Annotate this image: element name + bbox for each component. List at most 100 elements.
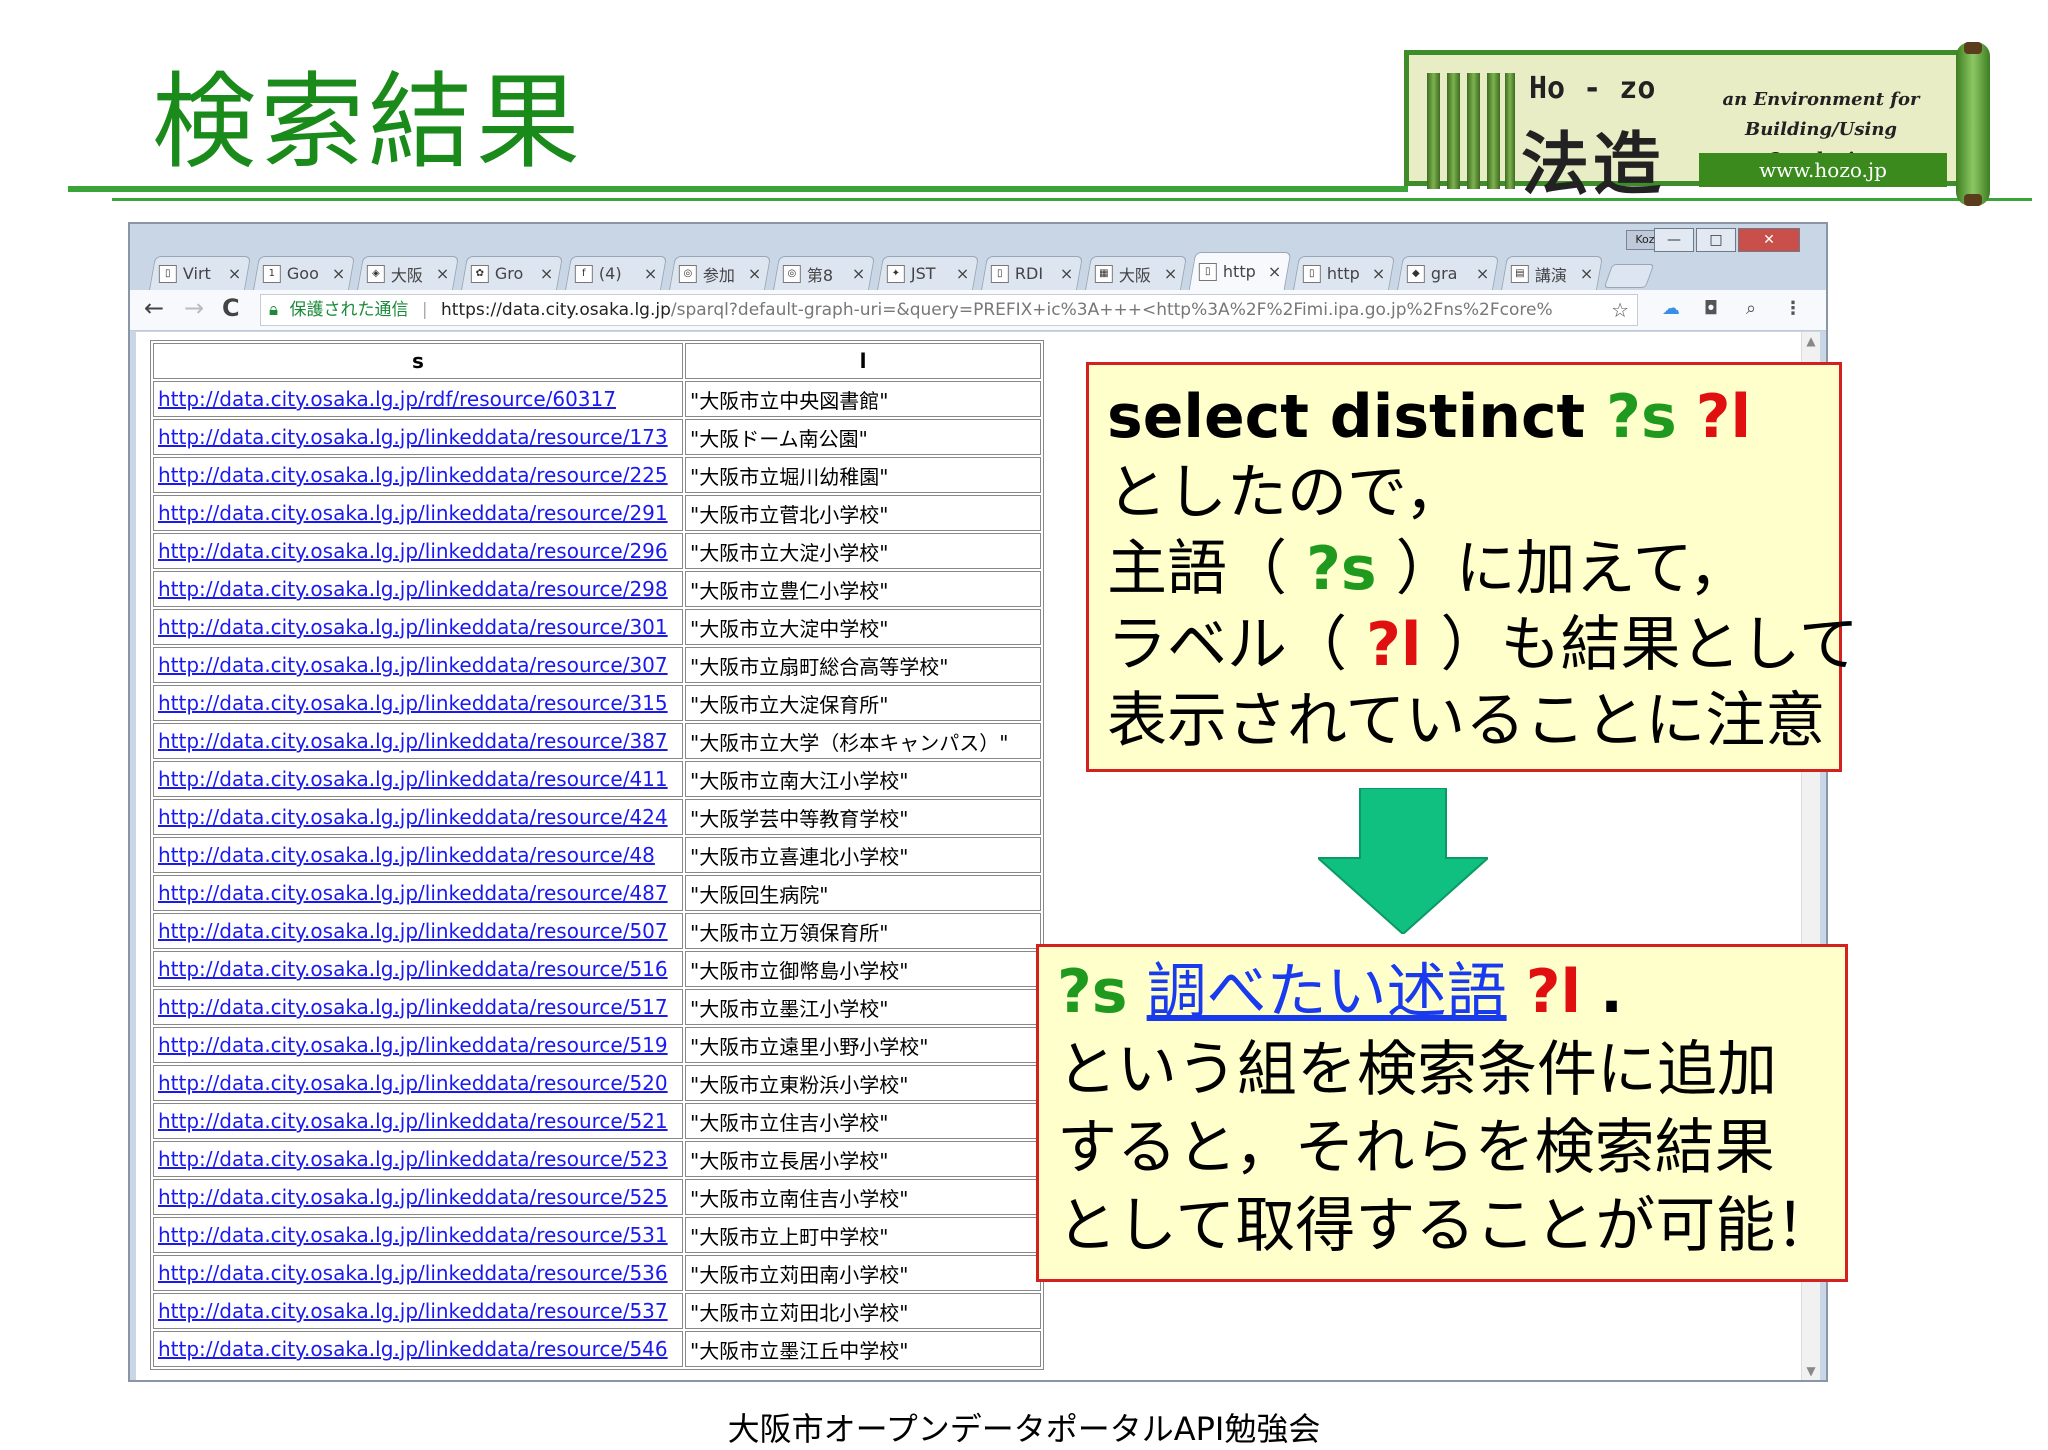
callout-select-distinct: select distinct ?s ?l としたので， 主語（ ?s ）に加え… (1086, 362, 1859, 772)
close-tab-icon[interactable]: × (1268, 262, 1281, 281)
browser-tab[interactable]: ▦ 大阪 × (1085, 256, 1187, 290)
subject-link[interactable]: http://data.city.osaka.lg.jp/linkeddata/… (158, 691, 668, 715)
subject-link[interactable]: http://data.city.osaka.lg.jp/linkeddata/… (158, 1185, 668, 1209)
maximize-button[interactable]: □ (1696, 228, 1736, 252)
subject-link[interactable]: http://data.city.osaka.lg.jp/rdf/resourc… (158, 387, 616, 411)
subject-link[interactable]: http://data.city.osaka.lg.jp/linkeddata/… (158, 425, 668, 449)
subject-link[interactable]: http://data.city.osaka.lg.jp/linkeddata/… (158, 1223, 668, 1247)
browser-tab[interactable]: ▯ http × (1188, 252, 1292, 290)
subject-link[interactable]: http://data.city.osaka.lg.jp/linkeddata/… (158, 1033, 668, 1057)
close-tab-icon[interactable]: × (644, 264, 657, 283)
tab-label: http (1222, 262, 1256, 281)
slides-icon: ▤ (1510, 264, 1529, 283)
tab-label: (4) (598, 264, 622, 283)
subject-link[interactable]: http://data.city.osaka.lg.jp/linkeddata/… (158, 1261, 668, 1285)
table-row: http://data.city.osaka.lg.jp/linkeddata/… (153, 1255, 1041, 1291)
subject-cell: http://data.city.osaka.lg.jp/linkeddata/… (153, 1255, 683, 1291)
search-extension-icon[interactable]: ⌕ (1740, 298, 1762, 320)
scroll-up-icon[interactable]: ▲ (1802, 334, 1820, 348)
label-cell: "大阪市立苅田北小学校" (685, 1293, 1041, 1329)
subject-link[interactable]: http://data.city.osaka.lg.jp/linkeddata/… (158, 805, 668, 829)
subject-link[interactable]: http://data.city.osaka.lg.jp/linkeddata/… (158, 843, 655, 867)
subject-link[interactable]: http://data.city.osaka.lg.jp/linkeddata/… (158, 957, 668, 981)
subject-link[interactable]: http://data.city.osaka.lg.jp/linkeddata/… (158, 539, 668, 563)
close-tab-icon[interactable]: × (1164, 264, 1177, 283)
close-tab-icon[interactable]: × (332, 264, 345, 283)
spreadsheet-icon: ▦ (1094, 264, 1113, 283)
tab-label: 大阪 (390, 265, 423, 285)
minimize-button[interactable]: — (1654, 228, 1694, 252)
subject-link[interactable]: http://data.city.osaka.lg.jp/linkeddata/… (158, 1299, 668, 1323)
close-window-button[interactable]: ✕ (1738, 228, 1800, 252)
results-table: s l http://data.city.osaka.lg.jp/rdf/res… (150, 340, 1044, 1370)
table-row: http://data.city.osaka.lg.jp/linkeddata/… (153, 875, 1041, 911)
slide-title: 検索結果 (152, 61, 585, 183)
label-cell: "大阪市立大淀中学校" (685, 609, 1041, 645)
close-tab-icon[interactable]: × (436, 264, 449, 283)
browser-tab[interactable]: ▯ Virt × (149, 256, 251, 290)
subject-link[interactable]: http://data.city.osaka.lg.jp/linkeddata/… (158, 729, 668, 753)
table-row: http://data.city.osaka.lg.jp/linkeddata/… (153, 723, 1041, 759)
subject-link[interactable]: http://data.city.osaka.lg.jp/linkeddata/… (158, 919, 668, 943)
subject-link[interactable]: http://data.city.osaka.lg.jp/linkeddata/… (158, 1147, 668, 1171)
label-cell: "大阪市立御幣島小学校" (685, 951, 1041, 987)
subject-link[interactable]: http://data.city.osaka.lg.jp/linkeddata/… (158, 615, 668, 639)
table-row: http://data.city.osaka.lg.jp/linkeddata/… (153, 685, 1041, 721)
label-cell: "大阪市立南住吉小学校" (685, 1179, 1041, 1215)
bookmark-star-icon[interactable]: ☆ (1611, 295, 1629, 325)
close-tab-icon[interactable]: × (852, 264, 865, 283)
browser-tab[interactable]: ◆ gra × (1397, 256, 1499, 290)
table-row: http://data.city.osaka.lg.jp/linkeddata/… (153, 457, 1041, 493)
tab-label: Goo (286, 264, 319, 283)
subject-link[interactable]: http://data.city.osaka.lg.jp/linkeddata/… (158, 1337, 668, 1361)
label-cell: "大阪市立東粉浜小学校" (685, 1065, 1041, 1101)
subject-link[interactable]: http://data.city.osaka.lg.jp/linkeddata/… (158, 463, 668, 487)
close-tab-icon[interactable]: × (1580, 264, 1593, 283)
browser-tab[interactable]: ◎ 第8 × (773, 256, 875, 290)
new-tab-button[interactable] (1603, 264, 1655, 288)
menu-icon[interactable]: ⋮ (1782, 298, 1804, 320)
browser-tab[interactable]: ◎ 参加 × (669, 256, 771, 290)
browser-tab[interactable]: ▤ 講演 × (1501, 256, 1603, 290)
close-tab-icon[interactable]: × (1476, 264, 1489, 283)
back-button[interactable]: ← (144, 294, 164, 322)
scroll-down-icon[interactable]: ▼ (1802, 1364, 1820, 1378)
subject-link[interactable]: http://data.city.osaka.lg.jp/linkeddata/… (158, 995, 668, 1019)
browser-tab[interactable]: ◈ 大阪 × (357, 256, 459, 290)
address-bar[interactable]: 🔒︎ 保護された通信 | https://data.city.osaka.lg.… (260, 294, 1638, 326)
calendar-icon: 1 (262, 264, 281, 283)
browser-tab[interactable]: ✿ Gro × (461, 256, 563, 290)
browser-tab[interactable]: ▯ RDI × (981, 256, 1083, 290)
subject-link[interactable]: http://data.city.osaka.lg.jp/linkeddata/… (158, 653, 668, 677)
close-tab-icon[interactable]: × (540, 264, 553, 283)
circle-icon: ◎ (782, 264, 801, 283)
reload-button[interactable]: C (222, 294, 240, 322)
cloud-extension-icon[interactable]: ☁ (1660, 298, 1682, 320)
square-extension-icon[interactable]: ◘ (1700, 298, 1722, 320)
subject-cell: http://data.city.osaka.lg.jp/linkeddata/… (153, 609, 683, 645)
label-cell: "大阪市立遠里小野小学校" (685, 1027, 1041, 1063)
browser-tab[interactable]: f (4) × (565, 256, 667, 290)
subject-cell: http://data.city.osaka.lg.jp/linkeddata/… (153, 1027, 683, 1063)
subject-link[interactable]: http://data.city.osaka.lg.jp/linkeddata/… (158, 577, 668, 601)
subject-link[interactable]: http://data.city.osaka.lg.jp/linkeddata/… (158, 501, 668, 525)
forward-button[interactable]: → (184, 294, 204, 322)
browser-tab[interactable]: 1 Goo × (253, 256, 355, 290)
browser-tab[interactable]: ✦ JST × (877, 256, 979, 290)
label-cell: "大阪市立墨江丘中学校" (685, 1331, 1041, 1367)
table-row: http://data.city.osaka.lg.jp/linkeddata/… (153, 1217, 1041, 1253)
tab-label: Gro (494, 264, 524, 283)
subject-cell: http://data.city.osaka.lg.jp/linkeddata/… (153, 457, 683, 493)
subject-link[interactable]: http://data.city.osaka.lg.jp/linkeddata/… (158, 767, 668, 791)
label-cell: "大阪回生病院" (685, 875, 1041, 911)
browser-tab[interactable]: ▯ http × (1293, 256, 1395, 290)
subject-link[interactable]: http://data.city.osaka.lg.jp/linkeddata/… (158, 1071, 668, 1095)
close-tab-icon[interactable]: × (748, 264, 761, 283)
subject-link[interactable]: http://data.city.osaka.lg.jp/linkeddata/… (158, 1109, 668, 1133)
label-cell: "大阪市立豊仁小学校" (685, 571, 1041, 607)
close-tab-icon[interactable]: × (228, 264, 241, 283)
close-tab-icon[interactable]: × (1060, 264, 1073, 283)
subject-link[interactable]: http://data.city.osaka.lg.jp/linkeddata/… (158, 881, 668, 905)
close-tab-icon[interactable]: × (956, 264, 969, 283)
close-tab-icon[interactable]: × (1372, 264, 1385, 283)
